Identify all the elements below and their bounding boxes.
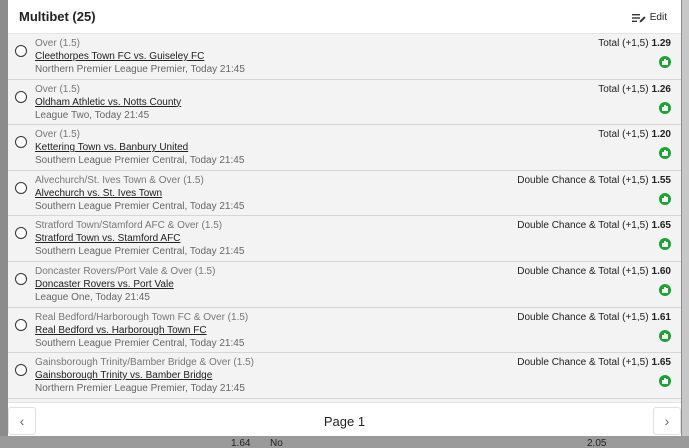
panel-header: Multibet (25) Edit xyxy=(8,0,681,34)
edit-label: Edit xyxy=(649,12,667,23)
bet-league: Southern League Premier Central, Today 2… xyxy=(35,200,245,212)
background-left-value: 1.64 xyxy=(231,438,251,448)
bet-radio[interactable] xyxy=(15,318,27,331)
bet-market: Double Chance & Total (+1,5) 1.60 xyxy=(517,266,671,277)
bet-radio[interactable] xyxy=(15,136,27,149)
bet-odds: 1.29 xyxy=(651,38,671,49)
bet-row: Over (1.5) Oldham Athletic vs. Notts Coun… xyxy=(8,79,681,126)
bet-league: League One, Today 21:45 xyxy=(35,291,150,303)
bet-market-label: Double Chance & Total (+1,5) xyxy=(517,220,649,232)
bet-market-label: Double Chance & Total (+1,5) xyxy=(517,174,649,186)
bet-league: Northern Premier League Premier, Today 2… xyxy=(35,64,245,75)
edit-list-icon xyxy=(631,13,646,23)
bet-odds: 1.65 xyxy=(651,220,671,232)
statistics-icon[interactable] xyxy=(659,283,671,296)
bet-market: Total (+1,5) 1.29 xyxy=(598,38,671,49)
bet-selection: Stratford Town/Stamford AFC & Over (1.5) xyxy=(35,220,223,232)
statistics-icon[interactable] xyxy=(659,56,671,68)
bet-row: Gainsborough Trinity/Bamber Bridge & Ove… xyxy=(8,353,681,399)
bet-match-link[interactable]: Real Bedford vs. Harborough Town FC xyxy=(35,325,207,336)
bet-row: Over (1.5) Kettering Town vs. Banbury Uni… xyxy=(8,125,681,171)
background-right-value: 2.05 xyxy=(587,438,607,448)
statistics-icon[interactable] xyxy=(659,192,671,205)
bet-selection: Over (1.5) xyxy=(35,38,81,49)
bet-league: Southern League Premier Central, Today 2… xyxy=(35,155,245,167)
bet-radio[interactable] xyxy=(15,90,27,103)
bet-match-link[interactable]: Gainsborough Trinity vs. Bamber Bridge xyxy=(35,370,212,381)
bet-league: League Two, Today 21:45 xyxy=(35,109,150,121)
background-row: 1.64 No 2.05 xyxy=(0,436,689,448)
bet-odds: 1.60 xyxy=(651,265,671,277)
multibet-panel: Multibet (25) Edit Over (1.5) Cleethorpes… xyxy=(8,0,681,436)
bet-league: Southern League Premier Central, Today 2… xyxy=(35,246,245,258)
bet-market-label: Double Chance & Total (+1,5) xyxy=(517,311,649,323)
next-page-button[interactable]: › xyxy=(653,407,681,435)
statistics-icon[interactable] xyxy=(659,101,671,114)
bet-match-link[interactable]: Cleethorpes Town FC vs. Guiseley FC xyxy=(35,51,204,62)
bet-selection: Alvechurch/St. Ives Town & Over (1.5) xyxy=(35,174,204,186)
bet-market-label: Total (+1,5) xyxy=(598,83,649,95)
bet-selection: Real Bedford/Harborough Town FC & Over (… xyxy=(35,311,249,323)
bet-market-label: Total (+1,5) xyxy=(598,129,649,141)
pagination-bar: ‹ Page 1 › xyxy=(8,402,681,436)
bet-market-label: Total (+1,5) xyxy=(598,38,649,49)
chevron-right-icon: › xyxy=(664,413,670,429)
bet-match-link[interactable]: Doncaster Rovers vs. Port Vale xyxy=(35,279,174,290)
bet-match-link[interactable]: Stratford Town vs. Stamford AFC xyxy=(35,233,180,244)
bet-radio[interactable] xyxy=(15,181,27,194)
bet-odds: 1.65 xyxy=(651,357,671,369)
bet-market: Double Chance & Total (+1,5) 1.65 xyxy=(517,357,671,368)
background-scrollbar xyxy=(682,0,689,448)
bet-selection: Over (1.5) xyxy=(35,129,81,141)
bet-selection: Over (1.5) xyxy=(35,83,81,95)
bet-market: Total (+1,5) 1.26 xyxy=(598,84,671,95)
bet-row: Over (1.5) Cleethorpes Town FC vs. Guisel… xyxy=(8,34,681,80)
bet-league: Northern Premier League Premier, Today 2… xyxy=(35,383,245,395)
background-middle-text: No xyxy=(270,438,283,448)
bet-market: Total (+1,5) 1.20 xyxy=(598,129,671,140)
statistics-icon[interactable] xyxy=(659,375,671,388)
bet-list: Over (1.5) Cleethorpes Town FC vs. Guisel… xyxy=(8,34,681,399)
page-label: Page 1 xyxy=(323,414,366,429)
bet-market-label: Double Chance & Total (+1,5) xyxy=(517,265,649,277)
bet-match-link[interactable]: Kettering Town vs. Banbury United xyxy=(35,142,188,153)
statistics-icon[interactable] xyxy=(659,147,671,160)
statistics-icon[interactable] xyxy=(659,238,671,251)
bet-radio[interactable] xyxy=(15,364,27,377)
bet-odds: 1.26 xyxy=(651,83,671,95)
bet-odds: 1.55 xyxy=(651,174,671,186)
bet-market-label: Double Chance & Total (+1,5) xyxy=(517,357,649,369)
bet-odds: 1.61 xyxy=(651,311,671,323)
bet-selection: Doncaster Rovers/Port Vale & Over (1.5) xyxy=(35,265,216,277)
bet-radio[interactable] xyxy=(15,272,27,285)
bet-selection: Gainsborough Trinity/Bamber Bridge & Ove… xyxy=(35,357,254,369)
bet-radio[interactable] xyxy=(15,227,27,240)
bet-match-link[interactable]: Alvechurch vs. St. Ives Town xyxy=(35,188,162,199)
edit-button[interactable]: Edit xyxy=(631,12,667,23)
bet-radio[interactable] xyxy=(15,45,27,57)
bet-market: Double Chance & Total (+1,5) 1.61 xyxy=(517,312,671,323)
bet-row: Alvechurch/St. Ives Town & Over (1.5) Alv… xyxy=(8,170,681,217)
bet-row: Doncaster Rovers/Port Vale & Over (1.5) D… xyxy=(8,261,681,308)
bet-row: Real Bedford/Harborough Town FC & Over (… xyxy=(8,307,681,354)
statistics-icon[interactable] xyxy=(659,329,671,342)
bet-odds: 1.20 xyxy=(651,129,671,141)
bet-league: Southern League Premier Central, Today 2… xyxy=(35,337,245,349)
page-title: Multibet (25) xyxy=(19,9,96,24)
bet-market: Double Chance & Total (+1,5) 1.55 xyxy=(517,175,671,186)
bet-match-link[interactable]: Oldham Athletic vs. Notts County xyxy=(35,97,181,108)
bet-market: Double Chance & Total (+1,5) 1.65 xyxy=(517,220,671,231)
bet-row: Stratford Town/Stamford AFC & Over (1.5)… xyxy=(8,216,681,262)
